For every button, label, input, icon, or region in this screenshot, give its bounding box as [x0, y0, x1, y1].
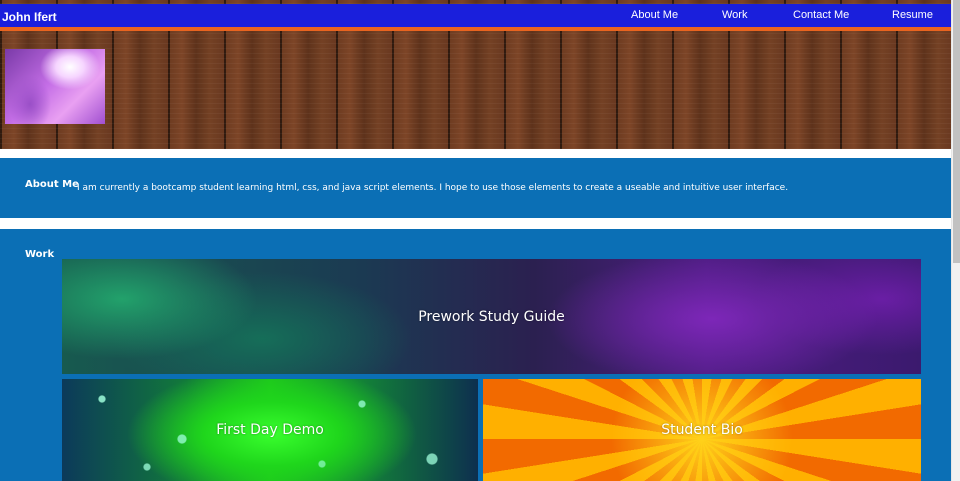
about-text: I am currently a bootcamp student learni…	[77, 183, 789, 193]
portfolio-page: John Ifert About Me Work Contact Me Resu…	[0, 0, 951, 481]
work-card-label: Student Bio	[661, 422, 743, 438]
brand-name: John Ifert	[2, 10, 57, 24]
work-section: Work Prework Study Guide First Day Demo …	[0, 229, 951, 481]
work-title: Work	[25, 249, 55, 260]
top-navbar: John Ifert About Me Work Contact Me Resu…	[0, 4, 951, 31]
work-card-label: First Day Demo	[216, 422, 324, 438]
about-section: About Me I am currently a bootcamp stude…	[0, 158, 951, 218]
work-card-first-day-demo[interactable]: First Day Demo	[62, 379, 478, 481]
work-card-label: Prework Study Guide	[418, 308, 565, 325]
work-card-prework[interactable]: Prework Study Guide	[62, 259, 921, 374]
nav-link-work[interactable]: Work	[722, 9, 747, 21]
vertical-scrollbar[interactable]	[951, 0, 960, 481]
work-card-student-bio[interactable]: Student Bio	[483, 379, 921, 481]
about-title: About Me	[25, 179, 79, 190]
scrollbar-thumb[interactable]	[953, 0, 960, 263]
profile-photo	[5, 49, 105, 124]
nav-link-resume[interactable]: Resume	[892, 9, 933, 21]
nav-link-contact[interactable]: Contact Me	[793, 9, 849, 21]
nav-link-about[interactable]: About Me	[631, 9, 678, 21]
